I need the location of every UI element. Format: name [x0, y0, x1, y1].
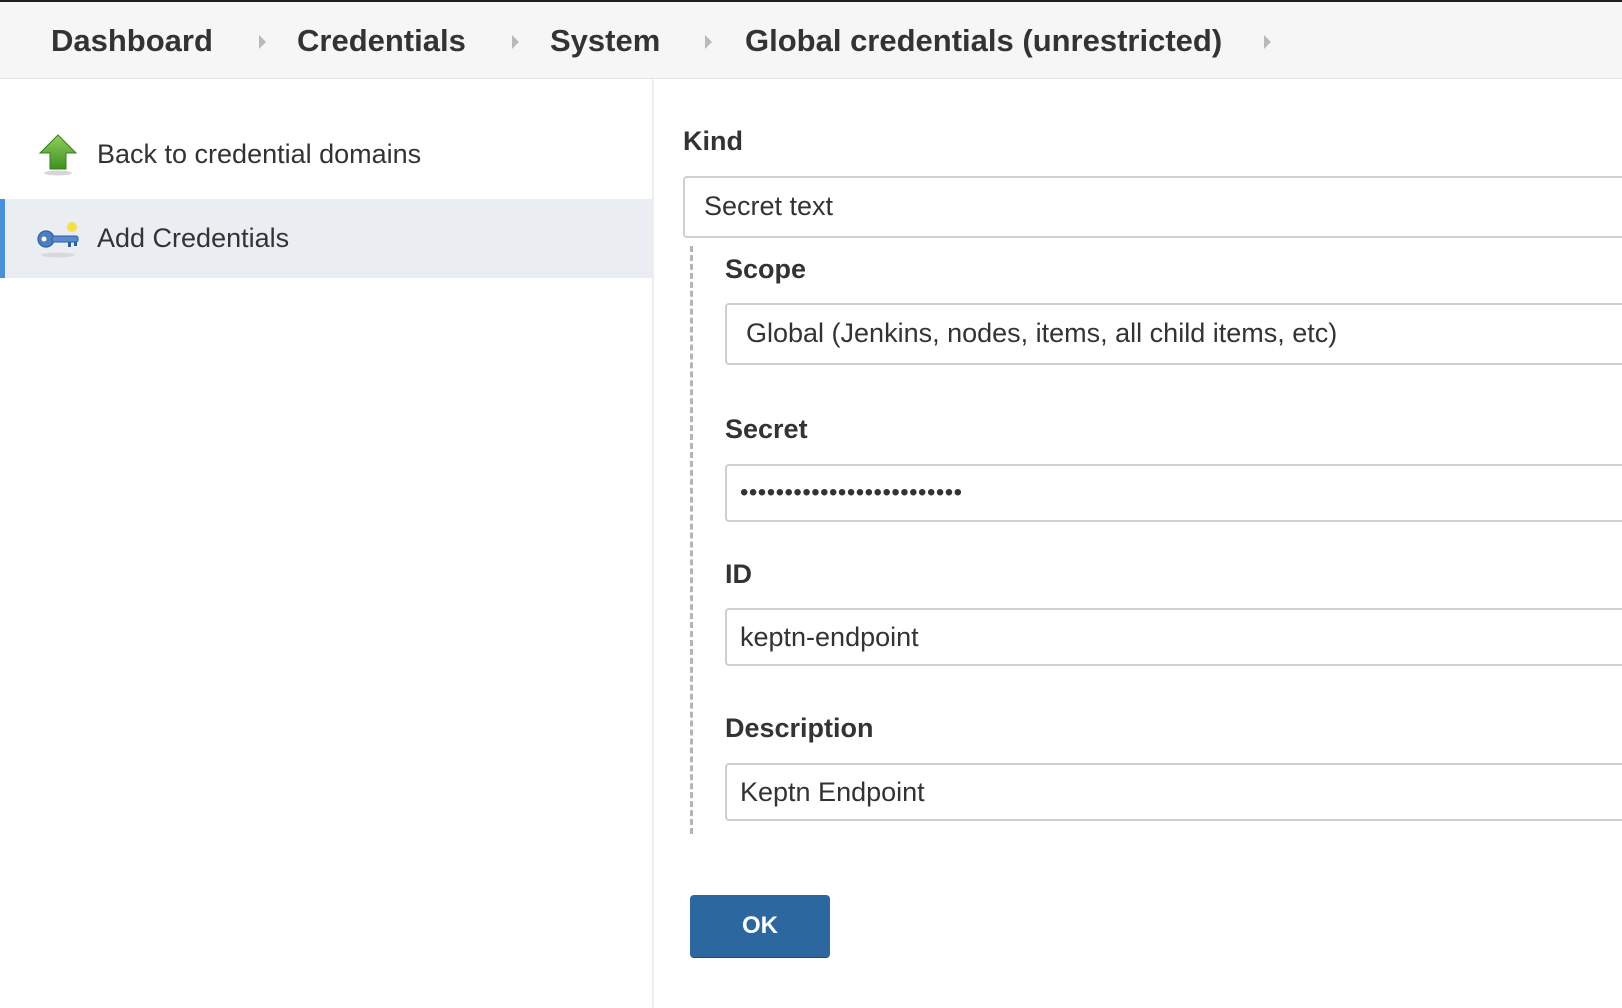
secret-label: Secret — [725, 414, 808, 444]
breadcrumb-chevron-icon[interactable] — [512, 35, 519, 49]
nested-fields-guide — [690, 246, 693, 834]
scope-label: Scope — [725, 254, 807, 284]
sidebar-item-label: Back to credential domains — [97, 139, 422, 169]
breadcrumb-global-credentials[interactable]: Global credentials (unrestricted) — [745, 22, 1222, 60]
breadcrumb: Dashboard Credentials System Global cred… — [0, 2, 1622, 79]
scope-select[interactable]: Global (Jenkins, nodes, items, all child… — [725, 303, 1622, 365]
breadcrumb-chevron-icon[interactable] — [1264, 35, 1271, 49]
kind-select[interactable]: Secret text — [683, 176, 1622, 238]
sidebar-item-back-to-domains[interactable]: Back to credential domains — [0, 115, 652, 194]
breadcrumb-system[interactable]: System — [550, 22, 660, 60]
sidebar-item-label: Add Credentials — [97, 223, 290, 253]
id-field[interactable]: keptn-endpoint — [725, 608, 1622, 666]
secret-field[interactable]: ••••••••••••••••••••••••• — [725, 464, 1622, 522]
up-arrow-icon — [36, 133, 82, 177]
sidebar-item-add-credentials[interactable]: Add Credentials — [0, 199, 652, 278]
active-indicator — [0, 199, 5, 278]
breadcrumb-credentials[interactable]: Credentials — [297, 22, 466, 60]
breadcrumb-chevron-icon[interactable] — [259, 35, 266, 49]
description-label: Description — [725, 713, 874, 743]
breadcrumb-dashboard[interactable]: Dashboard — [51, 22, 213, 60]
content-divider — [652, 79, 654, 1008]
key-icon — [36, 217, 82, 261]
id-label: ID — [725, 559, 752, 589]
description-field[interactable]: Keptn Endpoint — [725, 763, 1622, 821]
breadcrumb-chevron-icon[interactable] — [705, 35, 712, 49]
sidebar: Back to credential domains Add Credentia… — [0, 79, 652, 1008]
kind-label: Kind — [683, 126, 743, 156]
ok-button[interactable]: OK — [690, 895, 830, 957]
